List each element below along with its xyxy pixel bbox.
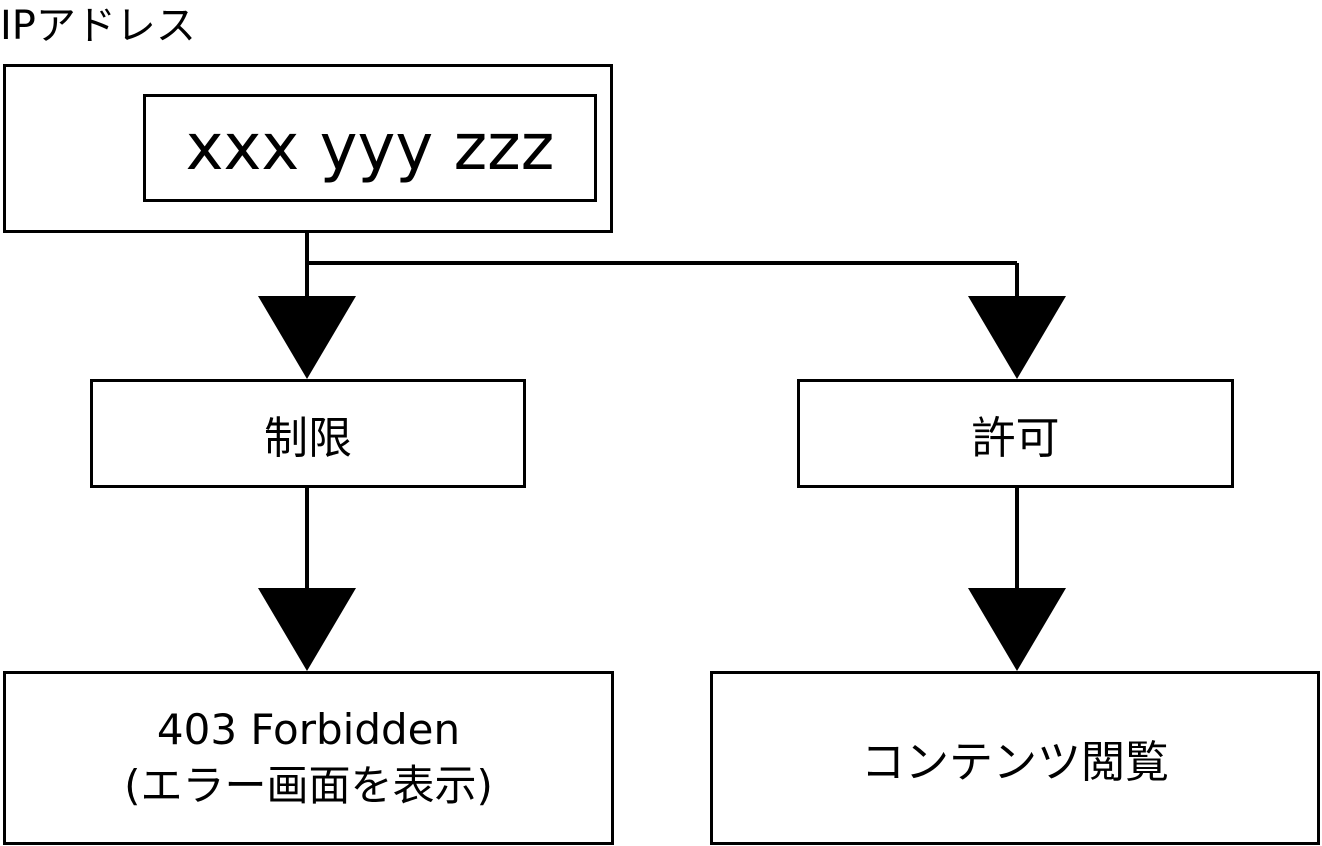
arrowhead-to-restrict xyxy=(258,296,356,379)
allow-label: 許可 xyxy=(971,412,1060,464)
content-view-node: コンテンツ閲覧 xyxy=(710,671,1320,845)
ip-value-text: xxx yyy zzz xyxy=(185,111,555,185)
arrowhead-to-allow xyxy=(968,296,1066,379)
allow-node: 許可 xyxy=(797,379,1234,488)
forbidden-status-text: 403 Forbidden xyxy=(156,705,461,754)
restrict-label: 制限 xyxy=(264,412,352,464)
forbidden-node: 403 Forbidden (エラー画面を表示) xyxy=(3,671,614,845)
arrowhead-to-content xyxy=(968,588,1066,671)
ip-value-box: xxx yyy zzz xyxy=(143,94,597,202)
forbidden-description-text: (エラー画面を表示) xyxy=(124,761,493,810)
arrowhead-to-forbidden xyxy=(258,588,356,671)
restrict-node: 制限 xyxy=(90,379,526,488)
ip-address-title: IPアドレス xyxy=(0,3,196,49)
content-view-label: コンテンツ閲覧 xyxy=(861,737,1169,788)
